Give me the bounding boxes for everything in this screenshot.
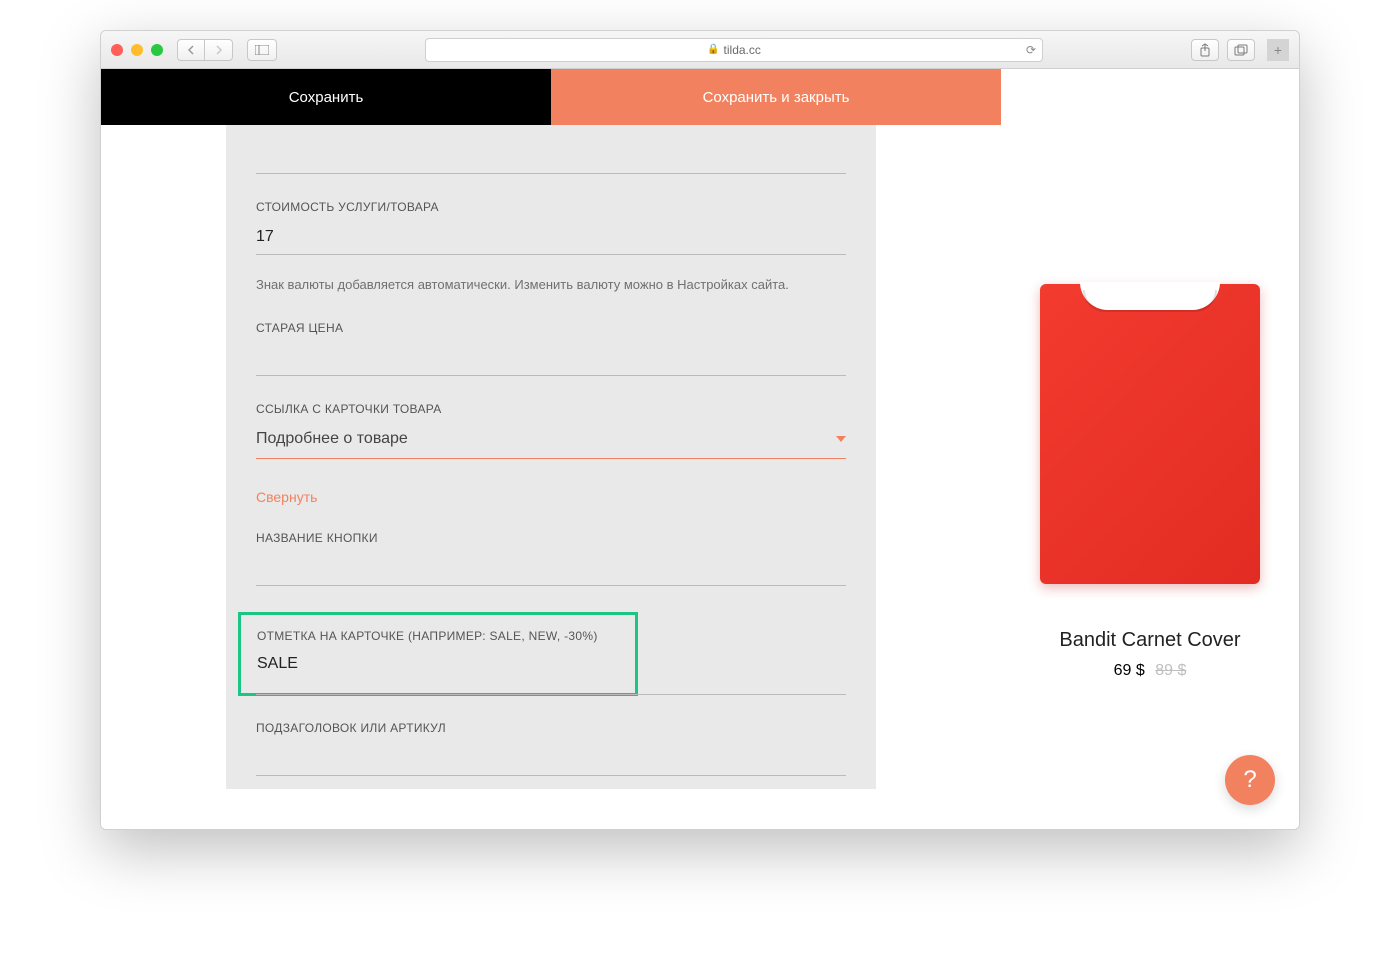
help-button[interactable]: ? — [1225, 755, 1275, 805]
subtitle-input[interactable] — [256, 743, 846, 776]
description-input[interactable] — [256, 141, 846, 174]
price-field: СТОИМОСТЬ УСЛУГИ/ТОВАРА — [256, 200, 846, 255]
editor-modal: Сохранить Сохранить и закрыть СТОИМОСТЬ … — [101, 69, 1001, 829]
product-title: Bandit Carnet Cover — [1059, 629, 1240, 652]
subtitle-label: ПОДЗАГОЛОВОК ИЛИ АРТИКУЛ — [256, 721, 846, 735]
sidebar-button[interactable] — [247, 39, 277, 61]
chevron-down-icon — [836, 436, 846, 442]
button-name-label: НАЗВАНИЕ КНОПКИ — [256, 531, 846, 545]
close-window-icon[interactable] — [111, 44, 123, 56]
new-tab-button[interactable]: + — [1267, 39, 1289, 61]
link-field: ССЫЛКА С КАРТОЧКИ ТОВАРА Подробнее о тов… — [256, 402, 846, 459]
mark-input[interactable] — [257, 649, 619, 681]
nav-buttons — [177, 39, 233, 61]
price-hint: Знак валюты добавляется автоматически. И… — [256, 275, 846, 295]
tabs-button[interactable] — [1227, 39, 1255, 61]
page-content: Сохранить Сохранить и закрыть СТОИМОСТЬ … — [101, 69, 1299, 829]
product-price: 69 $ 89 $ — [1114, 662, 1187, 680]
button-name-input[interactable] — [256, 553, 846, 586]
price-old: 89 $ — [1155, 662, 1186, 679]
reload-icon[interactable]: ⟳ — [1026, 43, 1036, 57]
preview-pane: Bandit Carnet Cover 69 $ 89 $ — [1001, 69, 1299, 829]
save-button[interactable]: Сохранить — [101, 69, 551, 125]
browser-window: 🔒 tilda.cc ⟳ + Сохранить Сохранить и зак… — [100, 30, 1300, 830]
product-case-visual — [1040, 284, 1260, 584]
price-label: СТОИМОСТЬ УСЛУГИ/ТОВАРА — [256, 200, 846, 214]
mark-label: ОТМЕТКА НА КАРТОЧКЕ (НАПРИМЕР: SALE, NEW… — [257, 629, 619, 643]
mark-field-highlight: ОТМЕТКА НА КАРТОЧКЕ (НАПРИМЕР: SALE, NEW… — [238, 612, 638, 696]
link-label: ССЫЛКА С КАРТОЧКИ ТОВАРА — [256, 402, 846, 416]
back-button[interactable] — [177, 39, 205, 61]
minimize-window-icon[interactable] — [131, 44, 143, 56]
chrome-right: + — [1191, 39, 1289, 61]
lock-icon: 🔒 — [707, 44, 719, 55]
button-name-field: НАЗВАНИЕ КНОПКИ — [256, 531, 846, 586]
price-input[interactable] — [256, 222, 846, 255]
url-host: tilda.cc — [724, 43, 761, 57]
oldprice-input[interactable] — [256, 343, 846, 376]
save-close-button[interactable]: Сохранить и закрыть — [551, 69, 1001, 125]
browser-chrome: 🔒 tilda.cc ⟳ + — [101, 31, 1299, 69]
link-value: Подробнее о товаре — [256, 430, 408, 448]
product-image — [1030, 259, 1270, 609]
oldprice-label: СТАРАЯ ЦЕНА — [256, 321, 846, 335]
form-panel: СТОИМОСТЬ УСЛУГИ/ТОВАРА Знак валюты доба… — [226, 125, 876, 789]
collapse-link[interactable]: Свернуть — [256, 489, 846, 505]
form-scroll[interactable]: СТОИМОСТЬ УСЛУГИ/ТОВАРА Знак валюты доба… — [101, 125, 1001, 829]
subtitle-field: ПОДЗАГОЛОВОК ИЛИ АРТИКУЛ — [256, 721, 846, 776]
share-button[interactable] — [1191, 39, 1219, 61]
link-select[interactable]: Подробнее о товаре — [256, 424, 846, 459]
modal-header: Сохранить Сохранить и закрыть — [101, 69, 1001, 125]
address-bar[interactable]: 🔒 tilda.cc ⟳ — [425, 38, 1043, 62]
traffic-lights — [111, 44, 163, 56]
price-current: 69 $ — [1114, 662, 1145, 679]
forward-button[interactable] — [205, 39, 233, 61]
oldprice-field: СТАРАЯ ЦЕНА — [256, 321, 846, 376]
zoom-window-icon[interactable] — [151, 44, 163, 56]
